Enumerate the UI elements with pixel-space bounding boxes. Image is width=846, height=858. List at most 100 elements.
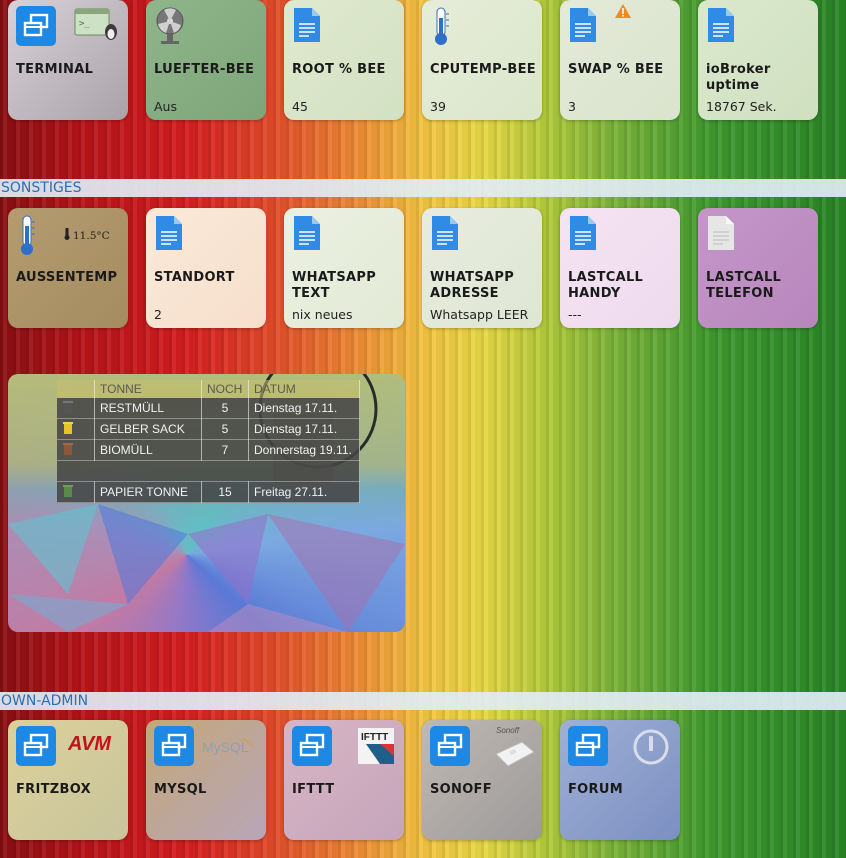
tile-fritzbox[interactable]: AVM FRITZBOX bbox=[8, 720, 128, 840]
tile-title: IFTTT bbox=[292, 782, 335, 797]
document-icon bbox=[292, 6, 322, 48]
thermometer-icon bbox=[430, 6, 452, 50]
external-link-icon[interactable] bbox=[430, 726, 470, 766]
tile-lastcall-telefon[interactable]: LASTCALL TELEFON bbox=[698, 208, 818, 328]
column-header: NOCH bbox=[201, 380, 249, 398]
tile-standort[interactable]: STANDORT 2 bbox=[146, 208, 266, 328]
svg-text:MySQL: MySQL bbox=[202, 739, 249, 755]
tile-root-bee[interactable]: ROOT % BEE 45 bbox=[284, 0, 404, 120]
pickup-date: Donnerstag 19.11. bbox=[248, 439, 360, 461]
bin-name: PAPIER TONNE bbox=[94, 481, 202, 503]
tile-value: 2 bbox=[154, 307, 162, 322]
tile-swap-bee[interactable]: SWAP % BEE 3 bbox=[560, 0, 680, 120]
tile-iobroker-uptime[interactable]: ioBroker uptime 18767 Sek. bbox=[698, 0, 818, 120]
temperature-value: 11.5°C bbox=[73, 229, 110, 242]
tile-sonoff[interactable]: Sonoff SONOFF bbox=[422, 720, 542, 840]
document-icon bbox=[706, 214, 736, 256]
tile-value: nix neues bbox=[292, 307, 353, 322]
pickup-date: Dienstag 17.11. bbox=[248, 398, 360, 419]
days-left: 15 bbox=[201, 481, 249, 503]
column-header: TONNE bbox=[94, 380, 202, 398]
tile-value: 3 bbox=[568, 99, 576, 114]
tile-title: FRITZBOX bbox=[16, 782, 91, 797]
mysql-logo-icon: MySQL bbox=[200, 736, 256, 762]
tile-title: STANDORT bbox=[154, 270, 235, 285]
bin-name: BIOMÜLL bbox=[94, 439, 202, 461]
svg-text:AVM: AVM bbox=[68, 733, 112, 754]
tile-mysql[interactable]: MySQL MYSQL bbox=[146, 720, 266, 840]
bin-name: GELBER SACK bbox=[94, 418, 202, 440]
document-icon bbox=[706, 6, 736, 48]
waste-collection-table: TONNE NOCH DATUM RESTMÜLL 5 Dienstag 17.… bbox=[57, 380, 360, 503]
days-left: 5 bbox=[201, 398, 249, 419]
tile-title: WHATSAPP ADRESSE bbox=[430, 270, 515, 301]
tile-value: Whatsapp LEER bbox=[430, 307, 529, 322]
section-header-own-admin: OWN-ADMIN bbox=[0, 692, 846, 710]
tile-title: ROOT % BEE bbox=[292, 62, 386, 77]
tile-lastcall-handy[interactable]: LASTCALL HANDY --- bbox=[560, 208, 680, 328]
document-icon bbox=[154, 214, 184, 256]
days-left: 7 bbox=[201, 439, 249, 461]
temperature-badge: 11.5°C bbox=[64, 228, 110, 243]
tile-title: CPUTEMP-BEE bbox=[430, 62, 536, 77]
document-icon bbox=[292, 214, 322, 256]
tile-title: SONOFF bbox=[430, 782, 492, 797]
tile-title: MYSQL bbox=[154, 782, 207, 797]
external-link-icon[interactable] bbox=[292, 726, 332, 766]
bio-bin-icon bbox=[57, 439, 95, 461]
external-link-icon[interactable] bbox=[16, 726, 56, 766]
svg-text:Sonoff: Sonoff bbox=[496, 726, 520, 735]
yellow-bag-icon bbox=[57, 418, 95, 440]
ifttt-logo-icon: IFTTT bbox=[358, 728, 394, 768]
tile-title: LASTCALL HANDY bbox=[568, 270, 644, 301]
tile-whatsapp-adresse[interactable]: WHATSAPP ADRESSE Whatsapp LEER bbox=[422, 208, 542, 328]
tile-whatsapp-text[interactable]: WHATSAPP TEXT nix neues bbox=[284, 208, 404, 328]
tile-cputemp-bee[interactable]: CPUTEMP-BEE 39 bbox=[422, 0, 542, 120]
small-thermometer-icon bbox=[64, 228, 70, 243]
document-icon bbox=[430, 214, 460, 256]
section-title: SONSTIGES bbox=[1, 180, 82, 196]
tile-title: TERMINAL bbox=[16, 62, 94, 77]
avm-logo-icon: AVM bbox=[67, 730, 118, 758]
tile-value: --- bbox=[568, 307, 582, 322]
section-title: OWN-ADMIN bbox=[1, 693, 89, 709]
document-icon bbox=[568, 6, 598, 48]
tile-title: LASTCALL TELEFON bbox=[706, 270, 782, 301]
tile-terminal[interactable]: >_ TERMINAL bbox=[8, 0, 128, 120]
tile-value: Aus bbox=[154, 99, 177, 114]
table-row: PAPIER TONNE 15 Freitag 27.11. bbox=[57, 481, 360, 503]
tile-title: ioBroker uptime bbox=[706, 62, 771, 93]
tile-value: 45 bbox=[292, 99, 308, 114]
section-header-sonstiges: SONSTIGES bbox=[0, 179, 846, 197]
table-row: BIOMÜLL 7 Donnerstag 19.11. bbox=[57, 439, 360, 461]
power-icon bbox=[632, 728, 670, 770]
svg-text:>_: >_ bbox=[79, 19, 90, 29]
tile-title: LUEFTER-BEE bbox=[154, 62, 255, 77]
thermometer-icon bbox=[16, 214, 38, 260]
sonoff-device-icon: Sonoff bbox=[492, 724, 536, 772]
tile-title: WHATSAPP TEXT bbox=[292, 270, 377, 301]
trash-bin-icon bbox=[57, 398, 95, 419]
tile-value: 39 bbox=[430, 99, 446, 114]
tile-value: 18767 Sek. bbox=[706, 99, 777, 114]
fan-icon bbox=[154, 6, 186, 50]
pickup-date: Freitag 27.11. bbox=[248, 481, 360, 503]
external-link-icon[interactable] bbox=[568, 726, 608, 766]
tile-ifttt[interactable]: IFTTT IFTTT bbox=[284, 720, 404, 840]
tile-luefter-bee[interactable]: LUEFTER-BEE Aus bbox=[146, 0, 266, 120]
table-spacer-row bbox=[57, 460, 360, 482]
tile-aussentemp[interactable]: 11.5°C AUSSENTEMP bbox=[8, 208, 128, 328]
external-link-icon[interactable] bbox=[154, 726, 194, 766]
days-left: 5 bbox=[201, 418, 249, 440]
warning-icon bbox=[614, 3, 632, 23]
paper-bin-icon bbox=[57, 481, 95, 503]
bin-name: RESTMÜLL bbox=[94, 398, 202, 419]
table-row: RESTMÜLL 5 Dienstag 17.11. bbox=[57, 398, 360, 419]
external-link-icon[interactable] bbox=[16, 6, 56, 46]
column-header: DATUM bbox=[248, 380, 360, 398]
table-row: GELBER SACK 5 Dienstag 17.11. bbox=[57, 418, 360, 440]
tile-forum[interactable]: FORUM bbox=[560, 720, 680, 840]
terminal-penguin-icon: >_ bbox=[74, 6, 118, 46]
tile-title: FORUM bbox=[568, 782, 623, 797]
document-icon bbox=[568, 214, 598, 256]
